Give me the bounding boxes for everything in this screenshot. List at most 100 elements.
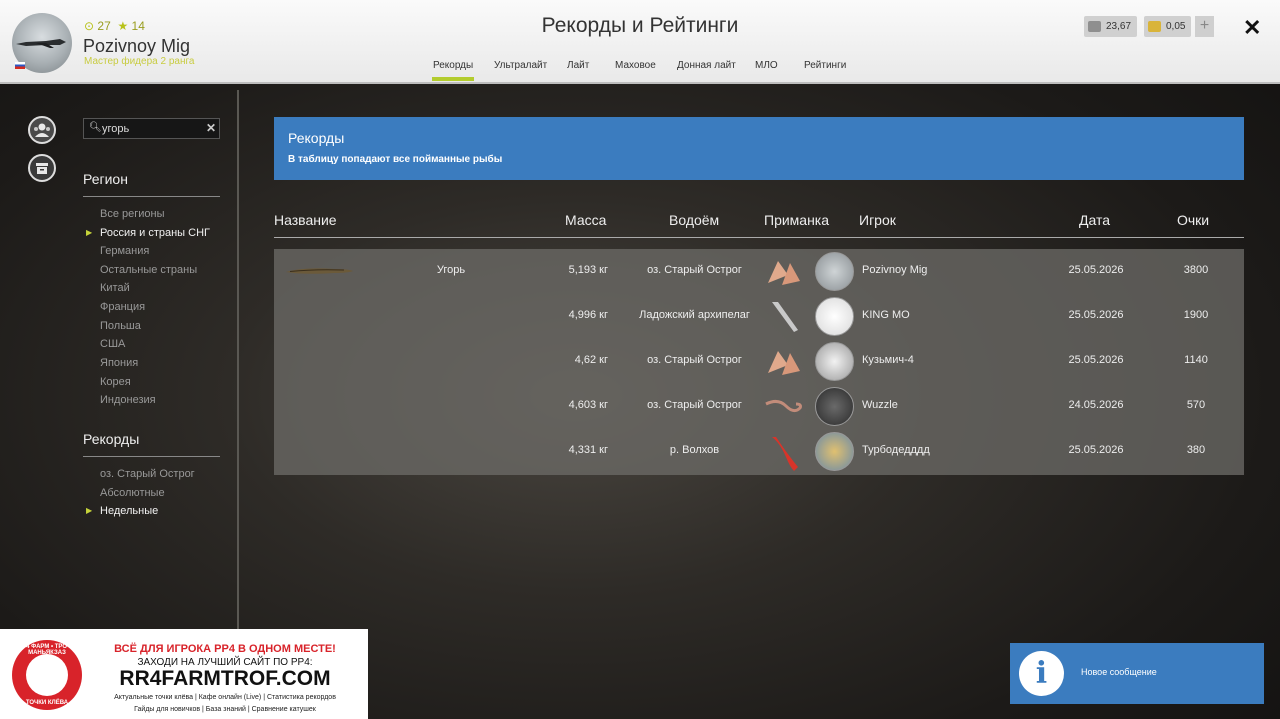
ad-features: Гайды для новичков | База знаний | Сравн…: [134, 706, 316, 713]
mass: 5,193 кг: [568, 264, 608, 276]
info-icon: i: [1019, 651, 1064, 696]
date: 25.05.2026: [1068, 354, 1124, 366]
water: оз. Старый Острог: [647, 264, 742, 276]
score: 1140: [1184, 354, 1208, 366]
water: р. Волхов: [669, 444, 720, 456]
water: оз. Старый Острог: [647, 354, 742, 366]
sidebar-divider: [237, 90, 239, 630]
region-item[interactable]: Германия: [100, 245, 149, 257]
player-avatar[interactable]: [815, 387, 854, 426]
bait-icon: [768, 261, 800, 285]
player-name[interactable]: Wuzzle: [862, 399, 898, 411]
player-name[interactable]: Турбодедддд: [862, 444, 930, 456]
player-avatar[interactable]: [815, 252, 854, 291]
player-avatar[interactable]: [815, 432, 854, 471]
region-item[interactable]: Польша: [100, 320, 141, 332]
bait-icon: [765, 399, 802, 413]
date: 24.05.2026: [1068, 399, 1124, 411]
region-item[interactable]: Остальные страны: [100, 264, 197, 276]
header-divider: [274, 237, 1244, 238]
column-header-water[interactable]: Водоём: [669, 212, 719, 228]
ad-site-link[interactable]: RR4FARMTROF.COM: [95, 667, 355, 691]
date: 25.05.2026: [1068, 309, 1124, 321]
divider: [83, 456, 220, 457]
table-row[interactable]: Угорь 5,193 кг оз. Старый Острог Pozivno…: [274, 249, 1244, 294]
ad-banner[interactable]: РР4 ФАРМ • ТРОФ • МАНЬЯКЗАЗ ТОЧКИ КЛЁВА …: [0, 629, 368, 719]
close-button[interactable]: ✕: [1243, 15, 1261, 41]
bait-icon: [772, 302, 798, 332]
region-item[interactable]: Все регионы: [100, 208, 165, 220]
gold-coin-icon: [1148, 21, 1161, 32]
date: 25.05.2026: [1068, 444, 1124, 456]
column-header-score[interactable]: Очки: [1177, 212, 1209, 228]
friends-icon[interactable]: [28, 116, 56, 144]
silver-coin-icon: [1088, 21, 1101, 32]
plane-icon: [16, 39, 66, 48]
tab-pole[interactable]: Маховое: [615, 60, 656, 71]
bait-icon: [772, 437, 798, 471]
region-item[interactable]: Индонезия: [100, 394, 156, 406]
water: оз. Старый Острог: [647, 399, 742, 411]
score: 3800: [1183, 264, 1209, 276]
flag-icon: [15, 62, 25, 69]
region-item[interactable]: Корея: [100, 376, 131, 388]
clear-search-icon[interactable]: ✕: [206, 121, 216, 135]
player-name[interactable]: KING MO: [862, 309, 910, 321]
column-header-bait[interactable]: Приманка: [764, 212, 829, 228]
ad-headline: ВСЁ ДЛЯ ИГРОКА РР4 В ОДНОМ МЕСТЕ!: [114, 643, 336, 655]
user-rank: Мастер фидера 2 ранга: [84, 56, 195, 67]
tab-ratings[interactable]: Рейтинги: [804, 60, 846, 71]
ad-logo: РР4 ФАРМ • ТРОФ • МАНЬЯКЗАЗ ТОЧКИ КЛЁВА: [12, 640, 82, 710]
table-row[interactable]: 4,62 кг оз. Старый Острог Кузьмич-4 25.0…: [274, 339, 1244, 384]
tab-records[interactable]: Рекорды: [431, 60, 475, 81]
mass: 4,331 кг: [568, 444, 608, 456]
silver-balance: 23,67: [1084, 16, 1138, 37]
banner-subtitle: В таблицу попадают все пойманные рыбы: [288, 154, 503, 165]
player-name[interactable]: Pozivnoy Mig: [862, 264, 927, 276]
mass: 4,996 кг: [568, 309, 608, 321]
records-item[interactable]: Абсолютные: [100, 487, 165, 499]
player-avatar[interactable]: [815, 342, 854, 381]
region-item[interactable]: Китай: [100, 282, 130, 294]
player-avatar[interactable]: [815, 297, 854, 336]
gold-balance: 0,05: [1144, 16, 1192, 37]
notification-text: Новое сообщение: [1081, 667, 1157, 677]
table-row[interactable]: 4,996 кг Ладожский архипелаг KING MO 25.…: [274, 294, 1244, 339]
raccoon-icon: [26, 654, 68, 696]
region-item-selected[interactable]: Россия и страны СНГ: [86, 227, 210, 239]
mass: 4,603 кг: [568, 399, 608, 411]
tab-bottom-light[interactable]: Донная лайт: [677, 60, 736, 71]
search-box: 🔍︎ ✕: [83, 118, 220, 139]
archive-icon[interactable]: [28, 154, 56, 182]
silver-value: 23,67: [1106, 21, 1132, 32]
records-item[interactable]: оз. Старый Острог: [100, 468, 195, 480]
table-row[interactable]: 4,331 кг р. Волхов Турбодедддд 25.05.202…: [274, 429, 1244, 474]
table-row[interactable]: 4,603 кг оз. Старый Острог Wuzzle 24.05.…: [274, 384, 1244, 429]
add-currency-button[interactable]: +: [1195, 16, 1214, 37]
region-item[interactable]: Франция: [100, 301, 145, 313]
column-header-name[interactable]: Название: [274, 212, 337, 228]
bait-icon: [768, 351, 800, 375]
region-section-title: Регион: [83, 171, 128, 187]
column-header-date[interactable]: Дата: [1079, 212, 1110, 228]
top-bar: ⊙ 27 ★ 14 Pozivnoy Mig Мастер фидера 2 р…: [0, 0, 1280, 84]
score: 1900: [1183, 309, 1209, 321]
records-section-title: Рекорды: [83, 431, 140, 447]
eel-fish-icon: [286, 268, 353, 274]
date: 25.05.2026: [1068, 264, 1124, 276]
new-message-notification[interactable]: i Новое сообщение: [1010, 643, 1264, 704]
ad-features: Актуальные точки клёва | Кафе онлайн (Li…: [114, 694, 336, 701]
player-name[interactable]: Кузьмич-4: [862, 354, 914, 366]
region-item[interactable]: США: [100, 338, 125, 350]
score: 570: [1186, 399, 1206, 411]
column-header-mass[interactable]: Масса: [565, 212, 606, 228]
tab-light[interactable]: Лайт: [567, 60, 589, 71]
region-item[interactable]: Япония: [100, 357, 138, 369]
tab-mlo[interactable]: МЛО: [755, 60, 778, 71]
search-input[interactable]: [102, 121, 202, 137]
ad-logo-bottom-text: ТОЧКИ КЛЁВА: [25, 700, 69, 706]
records-item-selected[interactable]: Недельные: [86, 505, 158, 517]
column-header-player[interactable]: Игрок: [859, 212, 896, 228]
info-banner: Рекорды В таблицу попадают все пойманные…: [274, 117, 1244, 180]
tab-ultralight[interactable]: Ультралайт: [494, 60, 547, 71]
